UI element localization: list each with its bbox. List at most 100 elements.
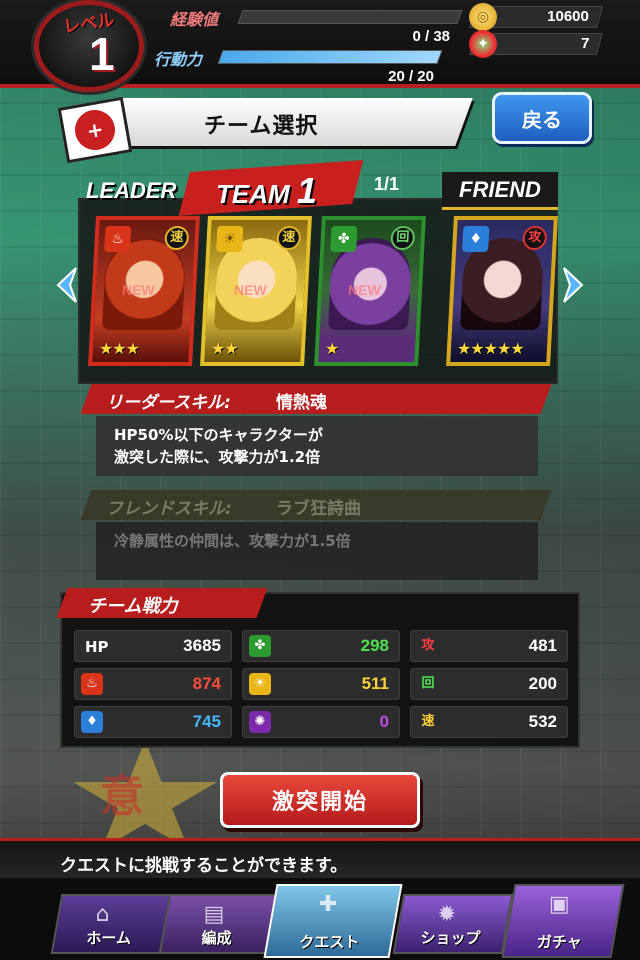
ap-bar <box>217 50 443 64</box>
exp-bar <box>237 10 463 24</box>
ap-label: 行動力 <box>154 50 203 69</box>
home-icon: ⌂ <box>95 902 110 927</box>
gem-counter: ✦ 7 <box>469 30 603 58</box>
ap-value: 20 / 20 <box>388 68 434 85</box>
dark-stat: ✺ 0 <box>242 706 400 738</box>
speed-stat: 速 532 <box>410 706 568 738</box>
quest-icon: ✚ <box>318 892 338 917</box>
attack-type-badge: 攻 <box>522 226 548 250</box>
team-member-card-3[interactable]: ✤ 回 NEW ★ <box>314 216 426 366</box>
back-button[interactable]: 戻る <box>492 92 592 144</box>
gacha-icon: ▣ <box>548 892 570 917</box>
wood-icon: ✤ <box>330 226 358 252</box>
leader-skill-name: 情熱魂 <box>276 393 327 413</box>
heal-icon: 回 <box>421 676 435 691</box>
light-stat: ☀ 511 <box>242 668 400 700</box>
nav-shop[interactable]: ✹ ショップ <box>392 894 514 954</box>
attack-icon: 攻 <box>421 638 435 653</box>
page-title: チーム選択 <box>204 114 319 139</box>
rarity-stars: ★★★ <box>98 339 140 358</box>
exp-bar-fill <box>238 11 244 23</box>
exp-value: 0 / 38 <box>412 28 450 45</box>
attack-stat: 攻 481 <box>410 630 568 662</box>
friend-skill-name: ラブ狂詩曲 <box>276 499 361 519</box>
speed-value: 532 <box>528 712 557 731</box>
new-tag: NEW <box>233 282 268 298</box>
attack-value: 481 <box>528 636 557 655</box>
wood-stat: ✤ 298 <box>242 630 400 662</box>
team-power-title: チーム戦力 <box>88 596 178 617</box>
friend-skill-description: 冷静属性の仲間は、攻撃力が1.5倍 <box>96 522 538 580</box>
speed-type-badge: 速 <box>276 226 302 250</box>
team-member-card-1[interactable]: ♨ 速 NEW ★★★ <box>88 216 200 366</box>
speed-type-badge: 速 <box>164 226 190 250</box>
fire-icon: ♨ <box>104 226 132 252</box>
light-icon: ☀ <box>216 226 244 252</box>
gem-value: 7 <box>580 35 590 52</box>
level-badge: レベル 1 <box>34 0 144 92</box>
water-value: 745 <box>192 712 221 731</box>
fire-value: 874 <box>192 674 221 693</box>
message-bar: クエストに挑戦することができます。 <box>0 838 640 878</box>
leader-skill-panel: リーダースキル: 情熱魂 HP50%以下のキャラクターが 激突した際に、攻撃力が… <box>80 384 552 478</box>
dark-icon: ✺ <box>249 711 271 733</box>
team-number: 1 <box>296 170 317 211</box>
light-value: 511 <box>361 674 389 693</box>
dark-value: 0 <box>379 712 389 731</box>
leader-skill-title: リーダースキル: <box>106 393 231 413</box>
friend-skill-title: フレンドスキル: <box>106 499 232 519</box>
light-icon: ☀ <box>249 673 271 695</box>
next-team-arrow-icon[interactable] <box>562 266 584 304</box>
team-panel: LEADER TEAM 1 1/1 FRIEND ♨ 速 NEW ★★★ ☀ 速… <box>56 160 584 384</box>
fire-icon: ♨ <box>81 673 103 695</box>
ap-bar-fill <box>218 51 442 63</box>
nav-quest[interactable]: ✚ クエスト <box>263 884 403 958</box>
heal-type-badge: 回 <box>390 226 416 250</box>
wood-icon: ✤ <box>249 635 271 657</box>
wood-value: 298 <box>360 636 389 655</box>
bottom-nav: ⌂ ホーム ▤ 編成 ✚ クエスト ✹ ショップ ▣ ガチャ <box>0 878 640 960</box>
heal-stat: 回 200 <box>410 668 568 700</box>
ap-row: 行動力 20 / 20 <box>154 46 444 85</box>
cards-icon: ▤ <box>203 902 225 927</box>
water-icon: ♦ <box>462 226 490 252</box>
nav-team[interactable]: ▤ 編成 <box>158 894 280 954</box>
nav-gacha[interactable]: ▣ ガチャ <box>501 884 625 958</box>
team-label: TEAM 1 <box>216 170 317 211</box>
exp-row: 経験値 0 / 38 <box>170 6 463 45</box>
coin-value: 10600 <box>547 8 590 25</box>
level-value: 1 <box>89 28 115 80</box>
gem-icon: ✦ <box>469 30 497 58</box>
prev-team-arrow-icon[interactable] <box>56 266 78 304</box>
rarity-stars: ★★ <box>210 339 239 358</box>
status-bar: レベル 1 経験値 0 / 38 行動力 20 / 20 ◎ 10600 ✦ 7 <box>0 0 640 92</box>
coin-icon: ◎ <box>469 3 497 31</box>
exp-label: 経験値 <box>170 10 219 29</box>
message-text: クエストに挑戦することができます。 <box>60 856 348 876</box>
speed-icon: 速 <box>421 714 435 729</box>
leader-label: LEADER <box>86 178 177 203</box>
team-counter: 1/1 <box>374 174 400 194</box>
team-member-card-2[interactable]: ☀ 速 NEW ★★ <box>200 216 312 366</box>
hp-value: 3685 <box>183 636 221 655</box>
new-tag: NEW <box>347 282 382 298</box>
friend-skill-panel: フレンドスキル: ラブ狂詩曲 冷静属性の仲間は、攻撃力が1.5倍 <box>80 490 552 582</box>
rarity-stars: ★ <box>324 339 339 358</box>
friend-card[interactable]: ♦ 攻 ★★★★★ <box>446 216 558 366</box>
shop-icon: ✹ <box>437 902 457 927</box>
background-kanji: 意 <box>100 771 144 822</box>
team-emblem-icon: + <box>57 96 133 164</box>
coin-counter: ◎ 10600 <box>469 3 603 31</box>
new-tag: NEW <box>121 282 156 298</box>
team-power-panel: チーム戦力 HP 3685 ♨ 874 ♦ 745 ✤ 298 ☀ 511 ✺ … <box>56 588 580 748</box>
page-header: + チーム選択 戻る <box>0 92 640 164</box>
heal-value: 200 <box>528 674 557 693</box>
water-icon: ♦ <box>81 711 103 733</box>
rarity-stars: ★★★★★ <box>456 339 525 358</box>
nav-home[interactable]: ⌂ ホーム <box>50 894 172 954</box>
hp-stat: HP 3685 <box>74 630 232 662</box>
friend-label: FRIEND <box>442 172 558 210</box>
start-battle-button[interactable]: 激突開始 <box>220 772 420 828</box>
water-stat: ♦ 745 <box>74 706 232 738</box>
hp-label: HP <box>85 638 109 656</box>
